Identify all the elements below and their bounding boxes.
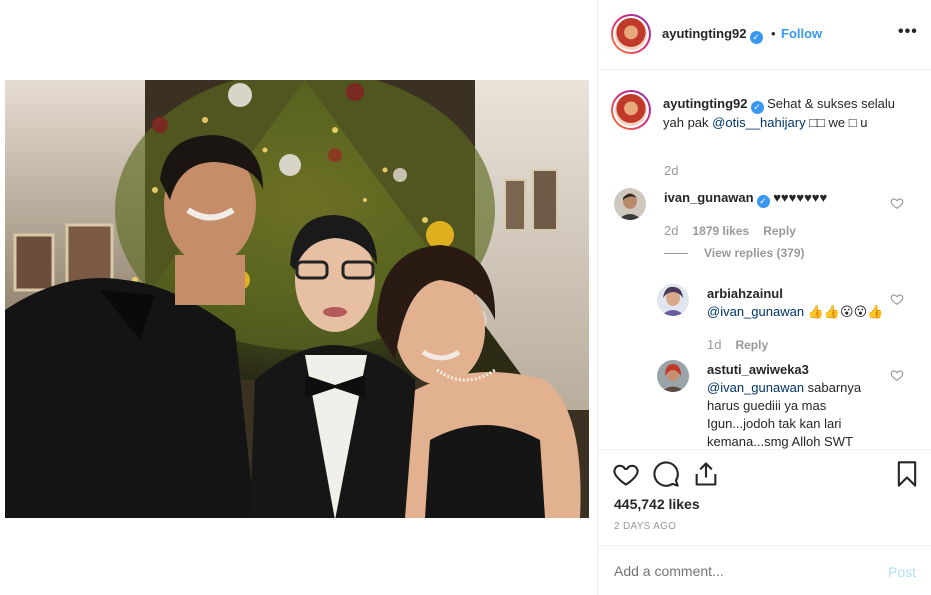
- comment-body: astuti_awiweka3 @ivan_gunawan sabarnya h…: [707, 361, 885, 449]
- comment-body: arbiahzainul @ivan_gunawan 👍👍😮😮👍: [707, 285, 897, 321]
- comment-time[interactable]: 1d: [707, 337, 721, 352]
- comment-meta: 1d Reply: [707, 337, 768, 352]
- caption-time[interactable]: 2d: [664, 163, 678, 178]
- add-comment-bar: Post: [598, 545, 931, 595]
- bookmark-icon[interactable]: [893, 460, 921, 488]
- post-date[interactable]: 2 DAYS AGO: [614, 521, 676, 532]
- avatar-image: [615, 94, 647, 126]
- comment-like-heart-icon[interactable]: [890, 196, 904, 210]
- avatar-image: [615, 18, 647, 50]
- comments-list[interactable]: ayutingting92 ✓ Sehat & sukses selalu yah…: [598, 71, 931, 449]
- author-username-text[interactable]: ayutingting92: [662, 26, 747, 41]
- post-comment-button[interactable]: Post: [888, 564, 916, 580]
- commenter-avatar[interactable]: [614, 188, 646, 220]
- verified-icon: ✓: [749, 31, 763, 44]
- reply-button[interactable]: Reply: [763, 224, 796, 238]
- verified-icon: ✓: [756, 195, 770, 208]
- caption-text: ayutingting92 ✓ Sehat & sukses selalu yah…: [663, 95, 913, 132]
- caption-mention[interactable]: @otis__hahijary: [712, 115, 805, 130]
- reply-button[interactable]: Reply: [735, 338, 768, 352]
- more-options-icon[interactable]: •••: [898, 23, 918, 41]
- post-sidebar: ayutingting92 ✓ • Follow ••• ayutingting9…: [597, 0, 931, 595]
- comment-likes[interactable]: 1879 likes: [692, 224, 749, 238]
- comment-text: 👍👍😮😮👍: [804, 304, 884, 319]
- commenter-avatar[interactable]: [657, 284, 689, 316]
- comment-username[interactable]: ivan_gunawan: [664, 190, 754, 205]
- comment-time[interactable]: 2d: [664, 223, 678, 238]
- replies-divider: [664, 253, 688, 255]
- author-username[interactable]: ayutingting92 ✓: [662, 26, 763, 44]
- avatar-image: [657, 284, 689, 316]
- verified-icon: ✓: [750, 101, 764, 114]
- view-replies-button[interactable]: View replies (379): [664, 246, 805, 260]
- follow-button[interactable]: Follow: [781, 26, 822, 41]
- photo-panel: [0, 0, 597, 595]
- view-replies-label[interactable]: View replies (379): [704, 246, 805, 260]
- commenter-avatar[interactable]: [657, 360, 689, 392]
- post-header: ayutingting92 ✓ • Follow •••: [598, 0, 931, 70]
- add-comment-input[interactable]: [614, 563, 864, 579]
- author-avatar[interactable]: [611, 14, 651, 54]
- caption-username[interactable]: ayutingting92: [663, 96, 748, 111]
- comment-like-heart-icon[interactable]: [890, 292, 904, 306]
- comment-text: ♥♥♥♥♥♥♥: [769, 190, 828, 205]
- heart-icon[interactable]: [612, 460, 640, 488]
- comment-username[interactable]: astuti_awiweka3: [707, 362, 809, 377]
- likes-count[interactable]: 445,742 likes: [614, 496, 700, 512]
- comment-username[interactable]: arbiahzainul: [707, 286, 783, 301]
- photo-illustration: [5, 80, 589, 518]
- comment-body: ivan_gunawan ✓ ♥♥♥♥♥♥♥: [664, 189, 894, 208]
- comment-mention[interactable]: @ivan_gunawan: [707, 304, 804, 319]
- instagram-post: ayutingting92 ✓ • Follow ••• ayutingting9…: [0, 0, 931, 595]
- separator-dot: •: [771, 26, 776, 41]
- comment-like-heart-icon[interactable]: [890, 368, 904, 382]
- post-actions: 445,742 likes 2 DAYS AGO: [598, 449, 931, 545]
- comment-icon[interactable]: [652, 460, 680, 488]
- comment-mention[interactable]: @ivan_gunawan: [707, 380, 804, 395]
- comment-meta: 2d 1879 likes Reply: [664, 223, 796, 238]
- caption-text-after: □□ we □ u: [805, 115, 868, 130]
- caption-avatar[interactable]: [611, 90, 651, 130]
- share-icon[interactable]: [692, 460, 720, 488]
- avatar-image: [614, 188, 646, 220]
- avatar-image: [657, 360, 689, 392]
- post-photo[interactable]: [5, 80, 589, 518]
